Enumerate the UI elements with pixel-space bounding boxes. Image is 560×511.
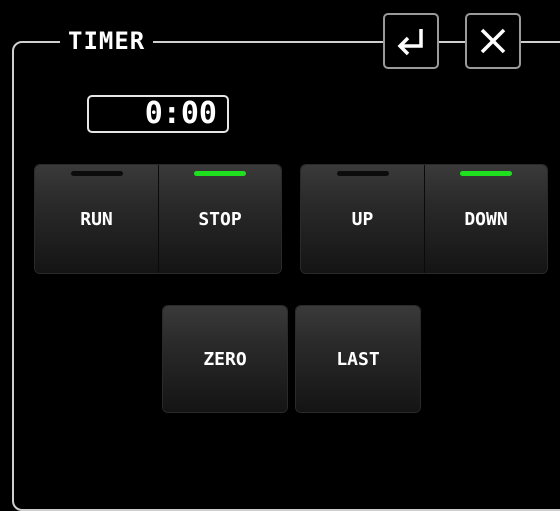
enter-button[interactable] [383,13,439,69]
up-button-label: UP [351,208,374,230]
last-button[interactable]: LAST [296,306,420,412]
down-indicator [460,171,512,176]
last-button-label: LAST [336,348,380,370]
timer-display: 0:00 [87,95,229,133]
enter-arrow-icon [397,29,423,56]
run-button-label: RUN [80,208,113,230]
run-button[interactable]: RUN [35,165,158,273]
stop-indicator [194,171,246,176]
up-down-toggle-group: UP DOWN [301,165,547,273]
down-button-label: DOWN [464,208,508,230]
stop-button-label: STOP [198,208,242,230]
zero-button-label: ZERO [203,348,247,370]
up-button[interactable]: UP [301,165,424,273]
up-indicator [336,171,389,176]
down-button[interactable]: DOWN [424,165,547,273]
stop-button[interactable]: STOP [158,165,281,273]
zero-button[interactable]: ZERO [163,306,287,412]
run-stop-toggle-group: RUN STOP [35,165,281,273]
run-indicator [70,171,123,176]
panel-title: TIMER [60,26,154,56]
close-x-icon [480,28,506,54]
close-button[interactable] [465,13,521,69]
